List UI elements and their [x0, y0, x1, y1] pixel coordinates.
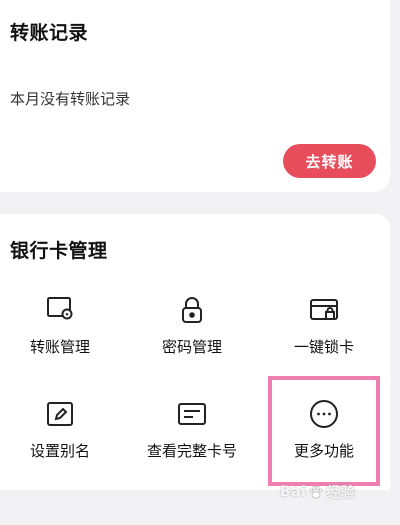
- transfer-records-title: 转账记录: [10, 22, 89, 44]
- paw-icon: [308, 484, 324, 500]
- grid-item-set-alias[interactable]: 设置别名: [0, 398, 120, 488]
- watermark-text-right: 经验: [326, 485, 356, 501]
- watermark: Bai 经验: [280, 478, 390, 506]
- grid-item-transfer-management[interactable]: 转账管理: [0, 294, 120, 384]
- transfer-records-card: 转账记录 本月没有转账记录 去转账: [0, 0, 390, 192]
- grid-item-password-management[interactable]: 密码管理: [132, 294, 252, 384]
- grid-item-label: 转账管理: [29, 338, 90, 356]
- watermark-text-left: Bai: [280, 484, 307, 500]
- grid-item-label: 密码管理: [161, 338, 222, 356]
- grid-item-view-full-card-number[interactable]: 查看完整卡号: [132, 398, 252, 488]
- grid-item-label: 设置别名: [29, 442, 90, 460]
- transfer-records-empty-text: 本月没有转账记录: [10, 90, 131, 108]
- grid-item-label: 一键锁卡: [293, 338, 354, 356]
- card-transfer-icon: [44, 294, 76, 326]
- grid-item-label: 查看完整卡号: [146, 442, 237, 460]
- grid-item-one-click-lock[interactable]: 一键锁卡: [264, 294, 384, 384]
- card-number-icon: [176, 398, 208, 430]
- edit-icon: [44, 398, 76, 430]
- highlight-box: [268, 376, 380, 486]
- go-transfer-button[interactable]: 去转账: [283, 144, 376, 178]
- lock-icon: [176, 294, 208, 326]
- card-lock-icon: [308, 294, 340, 326]
- bank-card-management-title: 银行卡管理: [10, 240, 108, 262]
